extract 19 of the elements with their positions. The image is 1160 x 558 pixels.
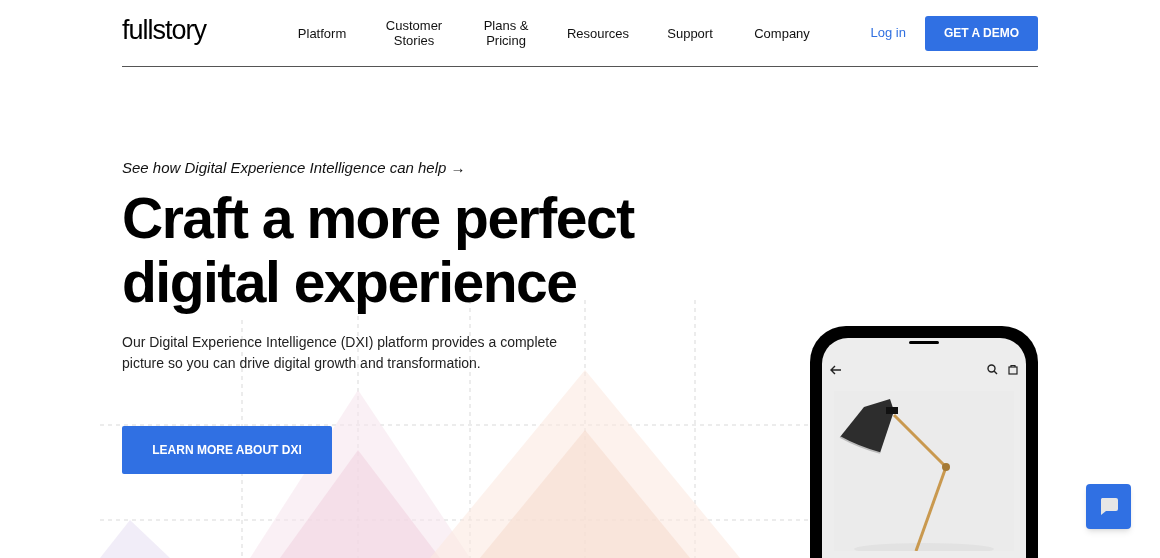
nav-link[interactable]: Platform	[276, 25, 369, 41]
back-arrow-icon	[830, 364, 842, 375]
nav-link[interactable]: Plans & Pricing	[460, 18, 553, 48]
eyebrow-link[interactable]: See how Digital Experience Intelligence can help →	[122, 157, 774, 180]
body-text: Our Digital Experience Intelligence (DXI) platform provides a complete picture so you can drive digital growth and transformation.	[122, 332, 558, 373]
phone-notch	[909, 341, 939, 344]
logo[interactable]: fullstory	[122, 9, 207, 51]
headline: Craft a more perfect digital experience	[122, 185, 636, 314]
nav-link[interactable]: Company	[736, 25, 829, 41]
login-link[interactable]: Log in	[870, 23, 906, 43]
search-icon	[987, 364, 998, 375]
chat-button[interactable]	[1086, 484, 1131, 529]
nav-link[interactable]: Support	[644, 25, 737, 41]
nav-link[interactable]: Customer Stories	[368, 18, 461, 48]
learn-more-button[interactable]: LEARN MORE ABOUT DXI	[122, 425, 332, 474]
chat-bubble-icon	[1098, 497, 1119, 516]
shopping-bag-icon	[1008, 364, 1018, 375]
get-demo-button[interactable]: GET A DEMO	[924, 15, 1038, 51]
nav-link[interactable]: Resources	[552, 25, 645, 41]
